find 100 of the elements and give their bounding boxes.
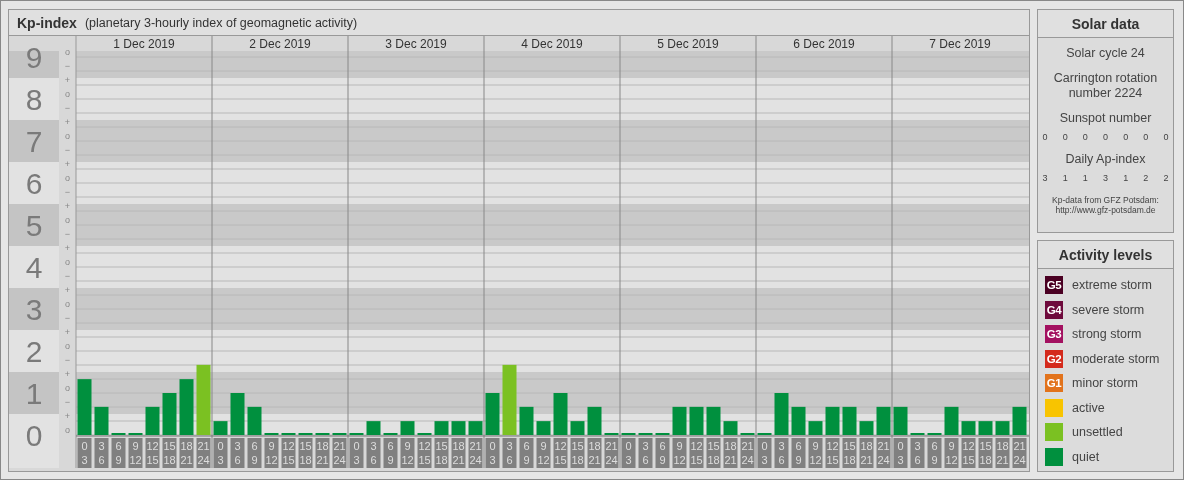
axis-label: 5 [25, 209, 43, 242]
ap-value: 1 [1123, 173, 1129, 183]
time-label: 15 18 [434, 438, 449, 468]
sunspot-value: 0 [1062, 132, 1068, 142]
solar-cycle-text: Solar cycle 24 [1066, 46, 1145, 61]
level-label: active [1072, 400, 1105, 415]
tick-label: − [64, 229, 71, 239]
sunspot-value: 0 [1143, 132, 1149, 142]
tick-label: o [65, 425, 70, 435]
time-label: 3 6 [366, 438, 381, 468]
time-label: 15 18 [162, 438, 177, 468]
tick-label: + [64, 327, 71, 337]
time-label: 18 21 [859, 438, 874, 468]
tick-label: + [64, 369, 71, 379]
tick-label: − [64, 313, 71, 323]
level-swatch: G3 [1045, 325, 1063, 343]
time-label: 6 9 [791, 438, 806, 468]
level-swatch: G2 [1045, 349, 1063, 368]
tick-label: o [65, 89, 70, 99]
axis-label: 0 [25, 419, 43, 452]
sunspot-value: 0 [1102, 132, 1108, 142]
time-label: 9 12 [944, 438, 959, 468]
level-label: quiet [1072, 449, 1100, 464]
axis-label: 4 [25, 251, 43, 284]
sunspot-value: 0 [1123, 132, 1129, 142]
time-label: 12 15 [825, 438, 840, 468]
time-label: 12 15 [961, 438, 976, 468]
time-label: 6 9 [655, 438, 670, 468]
time-label: 12 15 [145, 438, 160, 468]
tick-label: − [64, 187, 71, 197]
time-label: 15 18 [706, 438, 721, 468]
time-label: 3 6 [230, 438, 245, 468]
tick-label: − [64, 103, 71, 113]
tick-label: + [64, 117, 71, 127]
time-label: 12 15 [281, 438, 296, 468]
sunspot-heading: Sunspot number [1059, 111, 1152, 126]
sunspot-value: 0 [1163, 132, 1169, 142]
tick-label: o [65, 341, 70, 351]
sunspot-value: 0 [1042, 132, 1048, 142]
time-label: 0 3 [213, 438, 228, 468]
time-label: 12 15 [689, 438, 704, 468]
tick-label: + [64, 285, 71, 295]
time-label: 18 21 [723, 438, 738, 468]
time-label: 21 24 [740, 438, 755, 468]
axis-label: 1 [25, 377, 43, 410]
axis-label: 9 [25, 41, 43, 74]
date-label: 2 Dec 2019 [249, 37, 311, 51]
tick-label: o [65, 383, 70, 393]
panel-title: Kp-index [17, 14, 77, 31]
time-label: 21 24 [1012, 438, 1027, 468]
time-label: 15 18 [298, 438, 313, 468]
tick-label: + [64, 159, 71, 169]
time-label: 0 3 [893, 438, 908, 468]
tick-label: − [64, 397, 71, 407]
axis-label: 2 [25, 335, 43, 368]
time-label: 18 21 [315, 438, 330, 468]
level-label: strong storm [1072, 327, 1142, 341]
date-label: 4 Dec 2019 [521, 37, 583, 51]
time-label: 12 15 [553, 438, 568, 468]
tick-label: − [64, 145, 71, 155]
time-label: 6 9 [111, 438, 126, 468]
ap-value: 3 [1042, 173, 1048, 183]
time-label: 0 3 [757, 438, 772, 468]
time-label: 0 3 [349, 438, 364, 468]
time-label: 9 12 [128, 438, 143, 468]
time-label: 9 12 [808, 438, 823, 468]
time-label: 18 21 [995, 438, 1010, 468]
time-label: 3 6 [910, 438, 925, 468]
tick-label: + [64, 411, 71, 421]
time-label: 3 6 [638, 438, 653, 468]
time-label: 15 18 [570, 438, 585, 468]
panel-heading: Activity levels [1038, 241, 1173, 269]
tick-label: − [64, 61, 71, 71]
sunspot-value: 0 [1082, 132, 1088, 142]
level-label: minor storm [1072, 376, 1138, 390]
ap-value: 3 [1102, 173, 1108, 183]
time-label: 0 3 [77, 438, 92, 468]
time-label: 12 15 [417, 438, 432, 468]
credit-text: http://www.gfz-potsdam.de [1055, 205, 1156, 215]
level-label: unsettled [1072, 425, 1123, 439]
tick-label: − [64, 271, 71, 281]
time-label: 6 9 [383, 438, 398, 468]
date-label: 1 Dec 2019 [113, 37, 175, 51]
ap-value: 1 [1062, 173, 1068, 183]
date-label: 6 Dec 2019 [793, 37, 855, 51]
axis-label: 6 [25, 167, 43, 200]
time-label: 3 6 [502, 438, 517, 468]
level-swatch: G5 [1045, 276, 1063, 294]
level-label: moderate storm [1072, 351, 1160, 366]
time-label: 6 9 [927, 438, 942, 468]
panel-subtitle: (planetary 3-hourly index of geomagnetic activity) [84, 15, 358, 30]
date-label: 5 Dec 2019 [657, 37, 719, 51]
time-label: 15 18 [978, 438, 993, 468]
level-label: severe storm [1072, 302, 1145, 317]
time-label: 21 24 [604, 438, 619, 468]
time-label: 3 6 [774, 438, 789, 468]
time-label: 18 21 [587, 438, 602, 468]
time-label: 18 21 [179, 438, 194, 468]
tick-label: o [65, 47, 70, 57]
carrington-text: Carrington rotation number 2224 [1052, 71, 1159, 101]
